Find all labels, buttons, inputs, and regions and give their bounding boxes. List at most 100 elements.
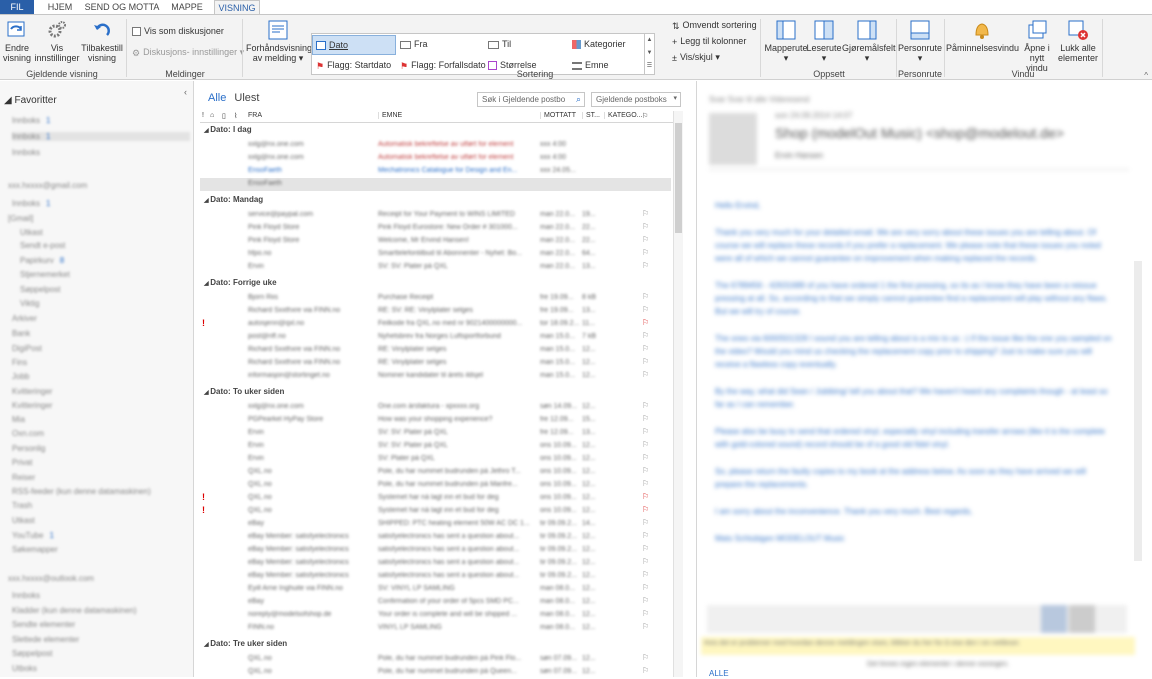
table-row[interactable]: eBay SHIPPED: PTC heating element 50W AC …	[200, 518, 671, 531]
change-view-button[interactable]: Endre visning	[2, 19, 32, 63]
table-row[interactable]: xxlg@nx.one.com One.com årsfaktura - xpxx…	[200, 401, 671, 414]
filter-unread[interactable]: Ulest	[234, 92, 259, 104]
contact-avatar[interactable]	[1069, 605, 1095, 633]
people-pane-button[interactable]: Personrute ▾	[898, 19, 942, 63]
folder-item[interactable]: Innboks 1	[12, 132, 190, 141]
folder-item[interactable]: Jobb	[12, 372, 35, 381]
reverse-sort-button[interactable]: ⇅ Omvendt sortering	[672, 19, 757, 32]
reply-actions[interactable]: Svar Svar til alle Videresend	[709, 95, 809, 104]
flag-icon[interactable]: ⚐	[642, 466, 649, 475]
folder-pane-button[interactable]: Mapperute ▾	[764, 19, 808, 63]
table-row[interactable]: Pink Floyd Store Pink Floyd Eurostore: Ne…	[200, 222, 671, 235]
table-row[interactable]: QXL.no Pole, du har nummet budrunden på M…	[200, 479, 671, 492]
folder-item[interactable]: Bank	[12, 329, 36, 338]
tab-send-receive[interactable]: SEND OG MOTTA	[84, 0, 160, 14]
search-scope-select[interactable]: Gjeldende postboks ▾	[591, 92, 681, 107]
table-row[interactable]: noreply@modelsofshop.de Your order is com…	[200, 609, 671, 622]
flag-icon[interactable]: ⚐	[642, 261, 649, 270]
reminders-window-button[interactable]: Påminnelsesvindu	[946, 19, 1019, 53]
flag-icon[interactable]: ⚐	[642, 609, 649, 618]
collapse-ribbon-icon[interactable]: ^	[1144, 71, 1148, 80]
folder-item[interactable]: Søppelpost	[12, 649, 58, 658]
folder-item[interactable]: Personlig	[12, 444, 51, 453]
folder-item[interactable]: Viktig	[20, 299, 45, 308]
table-row[interactable]: post@nff.no Nyhetsbrev fra Norges Luftspo…	[200, 331, 671, 344]
folder-item[interactable]: xxx.hxxxx@outlook.com	[8, 574, 100, 583]
folder-item[interactable]: Kladder (kun denne datamaskinen)	[12, 606, 143, 615]
group-header[interactable]: ◢ Dato: Tre uker siden	[200, 639, 671, 652]
table-row[interactable]: informasjon@stortinget.no Nominer kandida…	[200, 370, 671, 383]
table-row[interactable]: xxlg@nx.one.com Automatisk bekreftelse av…	[200, 152, 671, 165]
flag-icon[interactable]: ⚐	[642, 531, 649, 540]
contact-avatar[interactable]	[1041, 605, 1067, 633]
table-row[interactable]: Richard Sxxthxre via FINN.no RE: SV: RE: …	[200, 305, 671, 318]
table-row[interactable]: eBay Member: satisfyelectronics satisfyel…	[200, 531, 671, 544]
gallery-scroll[interactable]: ▲ ▼ ☰	[644, 34, 654, 74]
flag-icon[interactable]: ⚐	[642, 653, 649, 662]
table-row[interactable]: hfpo.no Smarttelefontilbud til Abonnenter…	[200, 248, 671, 261]
table-row[interactable]: ! QXL.no Systemet har nå lagt inn et bud f…	[200, 505, 671, 518]
folder-item[interactable]: Søkemapper	[12, 545, 64, 554]
tab-view[interactable]: VISNING	[214, 0, 260, 15]
table-row[interactable]: QXL.no Pole, du har nummet budrunden på Q…	[200, 666, 671, 679]
add-columns-button[interactable]: + Legg til kolonner	[672, 35, 746, 48]
flag-icon[interactable]: ⚐	[642, 596, 649, 605]
flag-column-icon[interactable]: ⚐	[642, 112, 648, 120]
show-conversations-checkbox[interactable]: Vis som diskusjoner	[132, 25, 224, 37]
list-scrollbar[interactable]	[673, 111, 683, 677]
table-row[interactable]: Ervin SV: SV: Plater på QXL fre 12.09... 13…	[200, 427, 671, 440]
close-all-items-button[interactable]: Lukk alle elementer	[1056, 19, 1100, 63]
folder-item[interactable]: Kvitteringer	[12, 401, 58, 410]
group-header[interactable]: ◢ Dato: Mandag	[200, 195, 671, 208]
table-row[interactable]: QXL.no Pole, du har nummet budrunden på P…	[200, 653, 671, 666]
flag-icon[interactable]: ⚐	[642, 344, 649, 353]
group-header[interactable]: ◢ Dato: Forrige uke	[200, 278, 671, 291]
table-row[interactable]: QXL.no Pole, du har nummet budrunden på J…	[200, 466, 671, 479]
flag-icon[interactable]: ⚐	[642, 235, 649, 244]
attachment-column-icon[interactable]: ▯	[222, 112, 226, 120]
info-bar[interactable]: Hvis det er problemer med hvordan denne …	[701, 637, 1135, 655]
flag-icon[interactable]: ⚐	[642, 248, 649, 257]
table-row[interactable]: eBay Member: satisfyelectronics satisfyel…	[200, 570, 671, 583]
folder-item[interactable]: Sendt e-post	[20, 241, 71, 250]
flag-icon[interactable]: ⚐	[642, 570, 649, 579]
flag-icon[interactable]: ⚐	[642, 427, 649, 436]
attach-column-icon[interactable]: ⌇	[234, 112, 237, 120]
flag-icon[interactable]: ⚐	[642, 666, 649, 675]
table-row[interactable]: Bjorn Riis Purchase Receipt fre 19.09... 8 …	[200, 292, 671, 305]
open-new-window-button[interactable]: Åpne i nytt vindu	[1018, 19, 1056, 73]
column-received[interactable]: MOTTATT	[540, 112, 576, 119]
tab-home[interactable]: HJEM	[42, 0, 78, 14]
folder-item[interactable]: Slettede elementer	[12, 635, 85, 644]
column-subject[interactable]: EMNE	[378, 112, 402, 119]
todo-bar-button[interactable]: Gjøremålsfelt ▾	[842, 19, 896, 63]
folder-item[interactable]: Utkast	[20, 228, 49, 237]
flag-icon[interactable]: ⚐	[642, 440, 649, 449]
folder-item[interactable]: Innboks	[12, 591, 46, 600]
flag-icon[interactable]: ⚐	[642, 370, 649, 379]
flag-icon[interactable]: ⚐	[642, 557, 649, 566]
table-row[interactable]: Ervin SV: SV: Plater på QXL man 22.0... 13.…	[200, 261, 671, 274]
column-from[interactable]: FRA	[248, 112, 262, 119]
folder-item[interactable]: xxx.hxxxx@gmail.com	[8, 181, 93, 190]
scroll-thumb[interactable]	[675, 123, 682, 233]
table-row[interactable]: PGPearkel HyPay Store How was your shoppi…	[200, 414, 671, 427]
search-input[interactable]: Søk i Gjeldende postbo ⌕	[477, 92, 585, 107]
folder-item[interactable]: Søppelpost	[20, 285, 66, 294]
flag-icon[interactable]: ⚐	[642, 583, 649, 592]
column-size[interactable]: ST...	[582, 112, 600, 119]
table-row[interactable]: eBay Member: satisfyelectronics satisfyel…	[200, 557, 671, 570]
flag-icon[interactable]: ⚐	[642, 305, 649, 314]
flag-icon[interactable]: ⚐	[642, 318, 649, 327]
table-row[interactable]: xxlg@nx.one.com Automatisk bekreftelse av…	[200, 139, 671, 152]
expand-collapse-button[interactable]: ± Vis/skjul ▾	[672, 51, 720, 64]
flag-icon[interactable]: ⚐	[642, 331, 649, 340]
flag-icon[interactable]: ⚐	[642, 414, 649, 423]
folder-item[interactable]: Arkiver	[12, 314, 43, 323]
flag-icon[interactable]: ⚐	[642, 222, 649, 231]
folder-item[interactable]: Utkast	[12, 516, 41, 525]
table-row[interactable]: Pink Floyd Store Welcome, Mr Ervind Hanse…	[200, 235, 671, 248]
table-row[interactable]: Richard Sxxthxre via FINN.no RE: Vinylpla…	[200, 344, 671, 357]
flag-icon[interactable]: ⚐	[642, 622, 649, 631]
table-row[interactable]: Ervin SV: Plater på QXL ons 10.09... 12... ⚐	[200, 453, 671, 466]
